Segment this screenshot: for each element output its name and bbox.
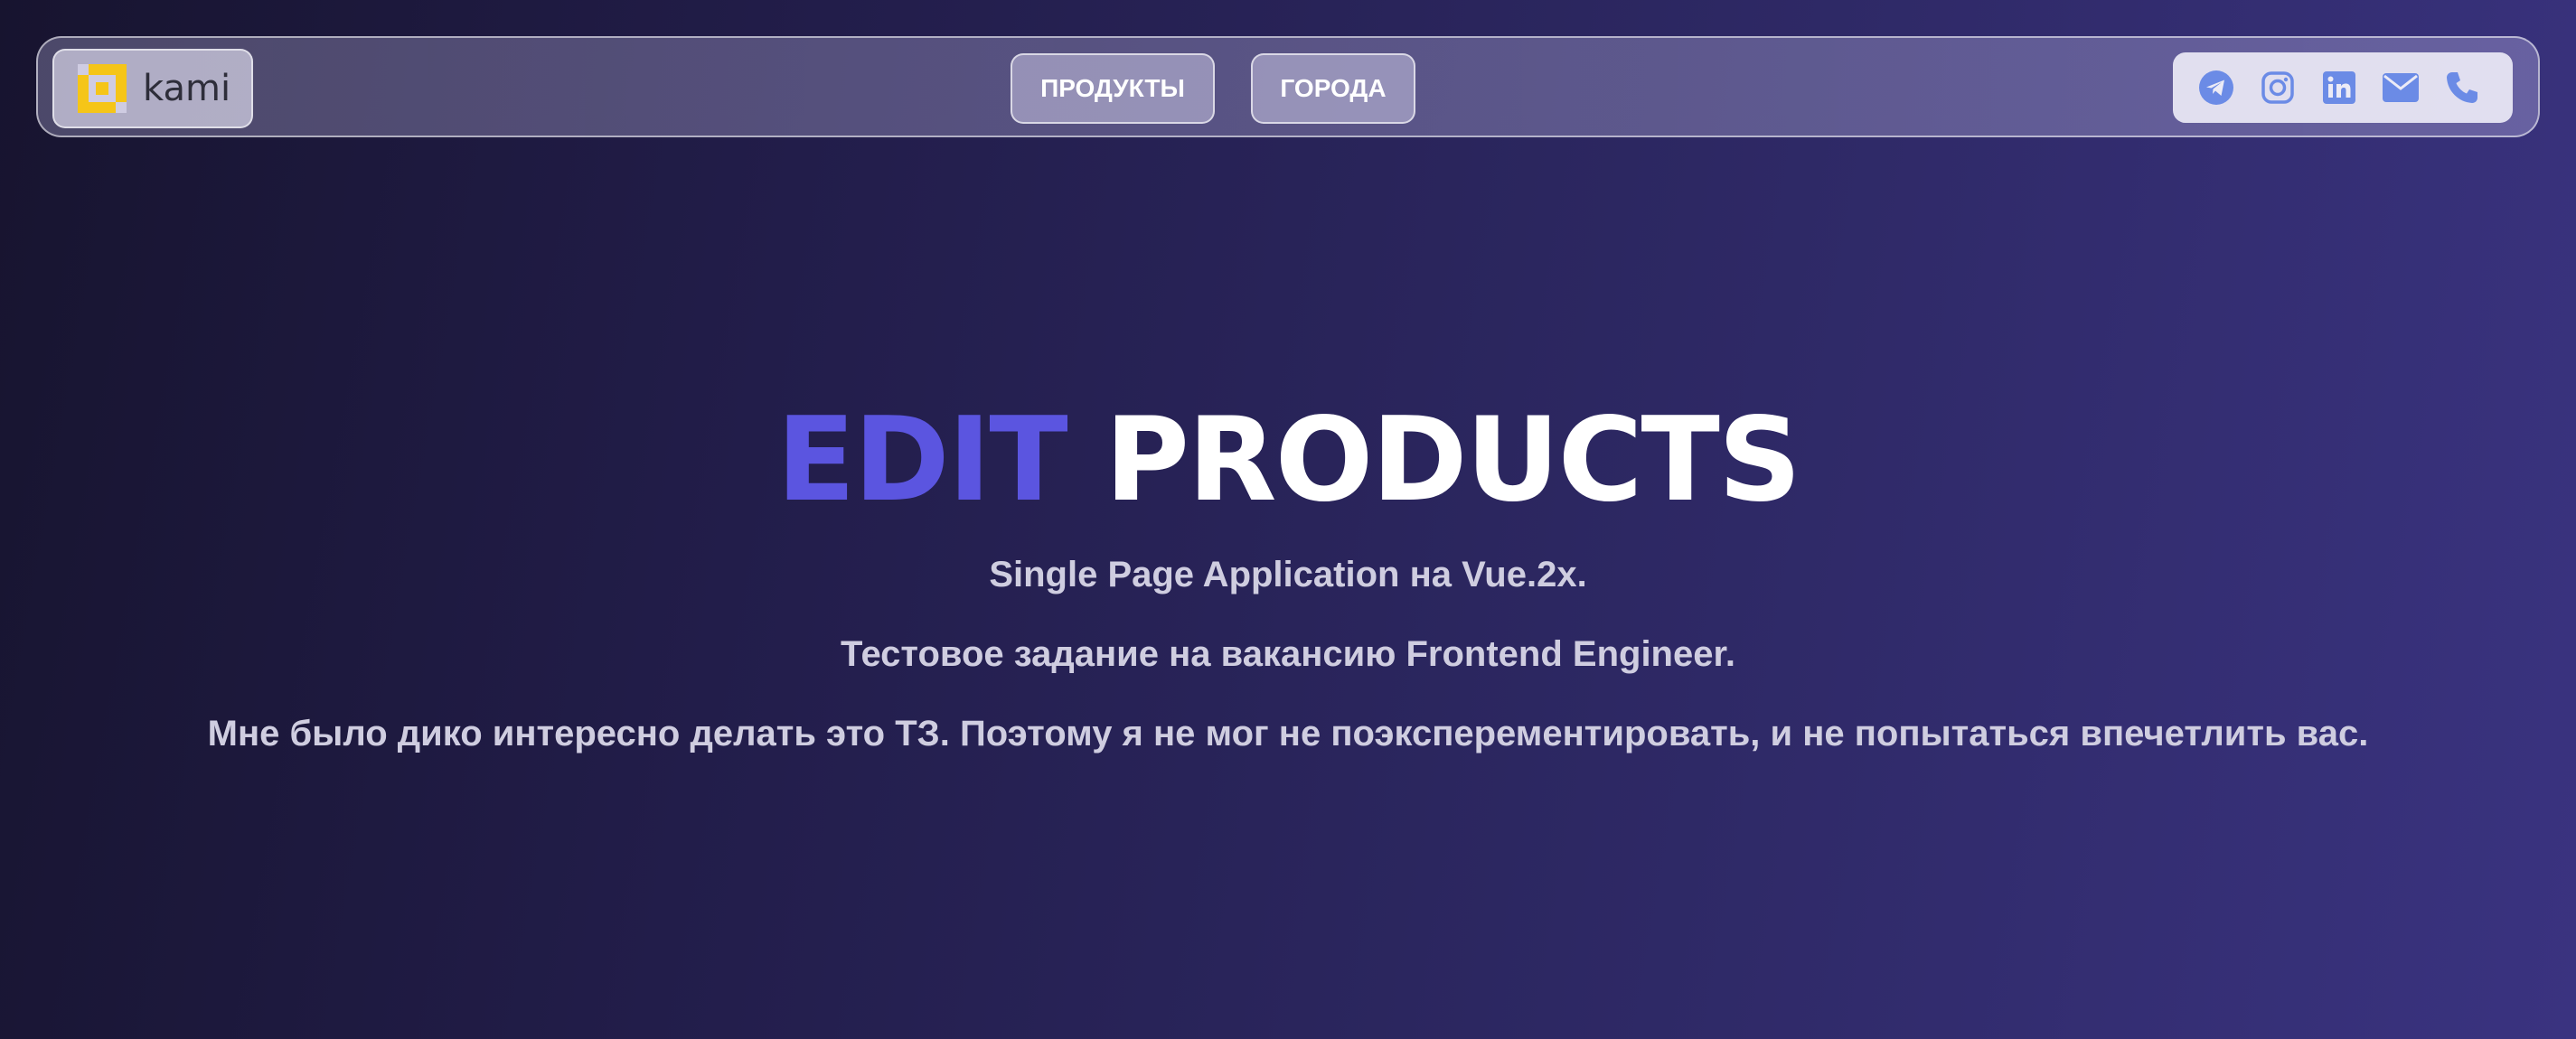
linkedin-icon[interactable]	[2319, 68, 2359, 108]
hero-subtitle-1: Single Page Application на Vue.2x.	[989, 555, 1587, 594]
hero-subtitle-2: Тестовое задание на вакансию Frontend En…	[841, 634, 1735, 674]
products-button[interactable]: ПРОДУКТЫ	[1011, 53, 1215, 124]
hero-subtitle-3: Мне было дико интересно делать это ТЗ. П…	[207, 714, 2369, 754]
cities-button[interactable]: ГОРОДА	[1251, 53, 1415, 124]
logo-text: kami	[143, 68, 231, 109]
navbar: kami ПРОДУКТЫ ГОРОДА	[36, 36, 2540, 137]
hero-title: EDIT PRODUCTS	[0, 398, 2576, 524]
hero-title-main: PRODUCTS	[1105, 393, 1801, 528]
social-links	[2173, 52, 2513, 123]
kami-logo-icon	[78, 64, 127, 113]
phone-icon[interactable]	[2442, 68, 2482, 108]
hero-title-accent: EDIT	[776, 393, 1068, 528]
instagram-icon[interactable]	[2258, 68, 2298, 108]
telegram-icon[interactable]	[2196, 68, 2236, 108]
logo[interactable]: kami	[52, 49, 253, 128]
mail-icon[interactable]	[2381, 68, 2421, 108]
